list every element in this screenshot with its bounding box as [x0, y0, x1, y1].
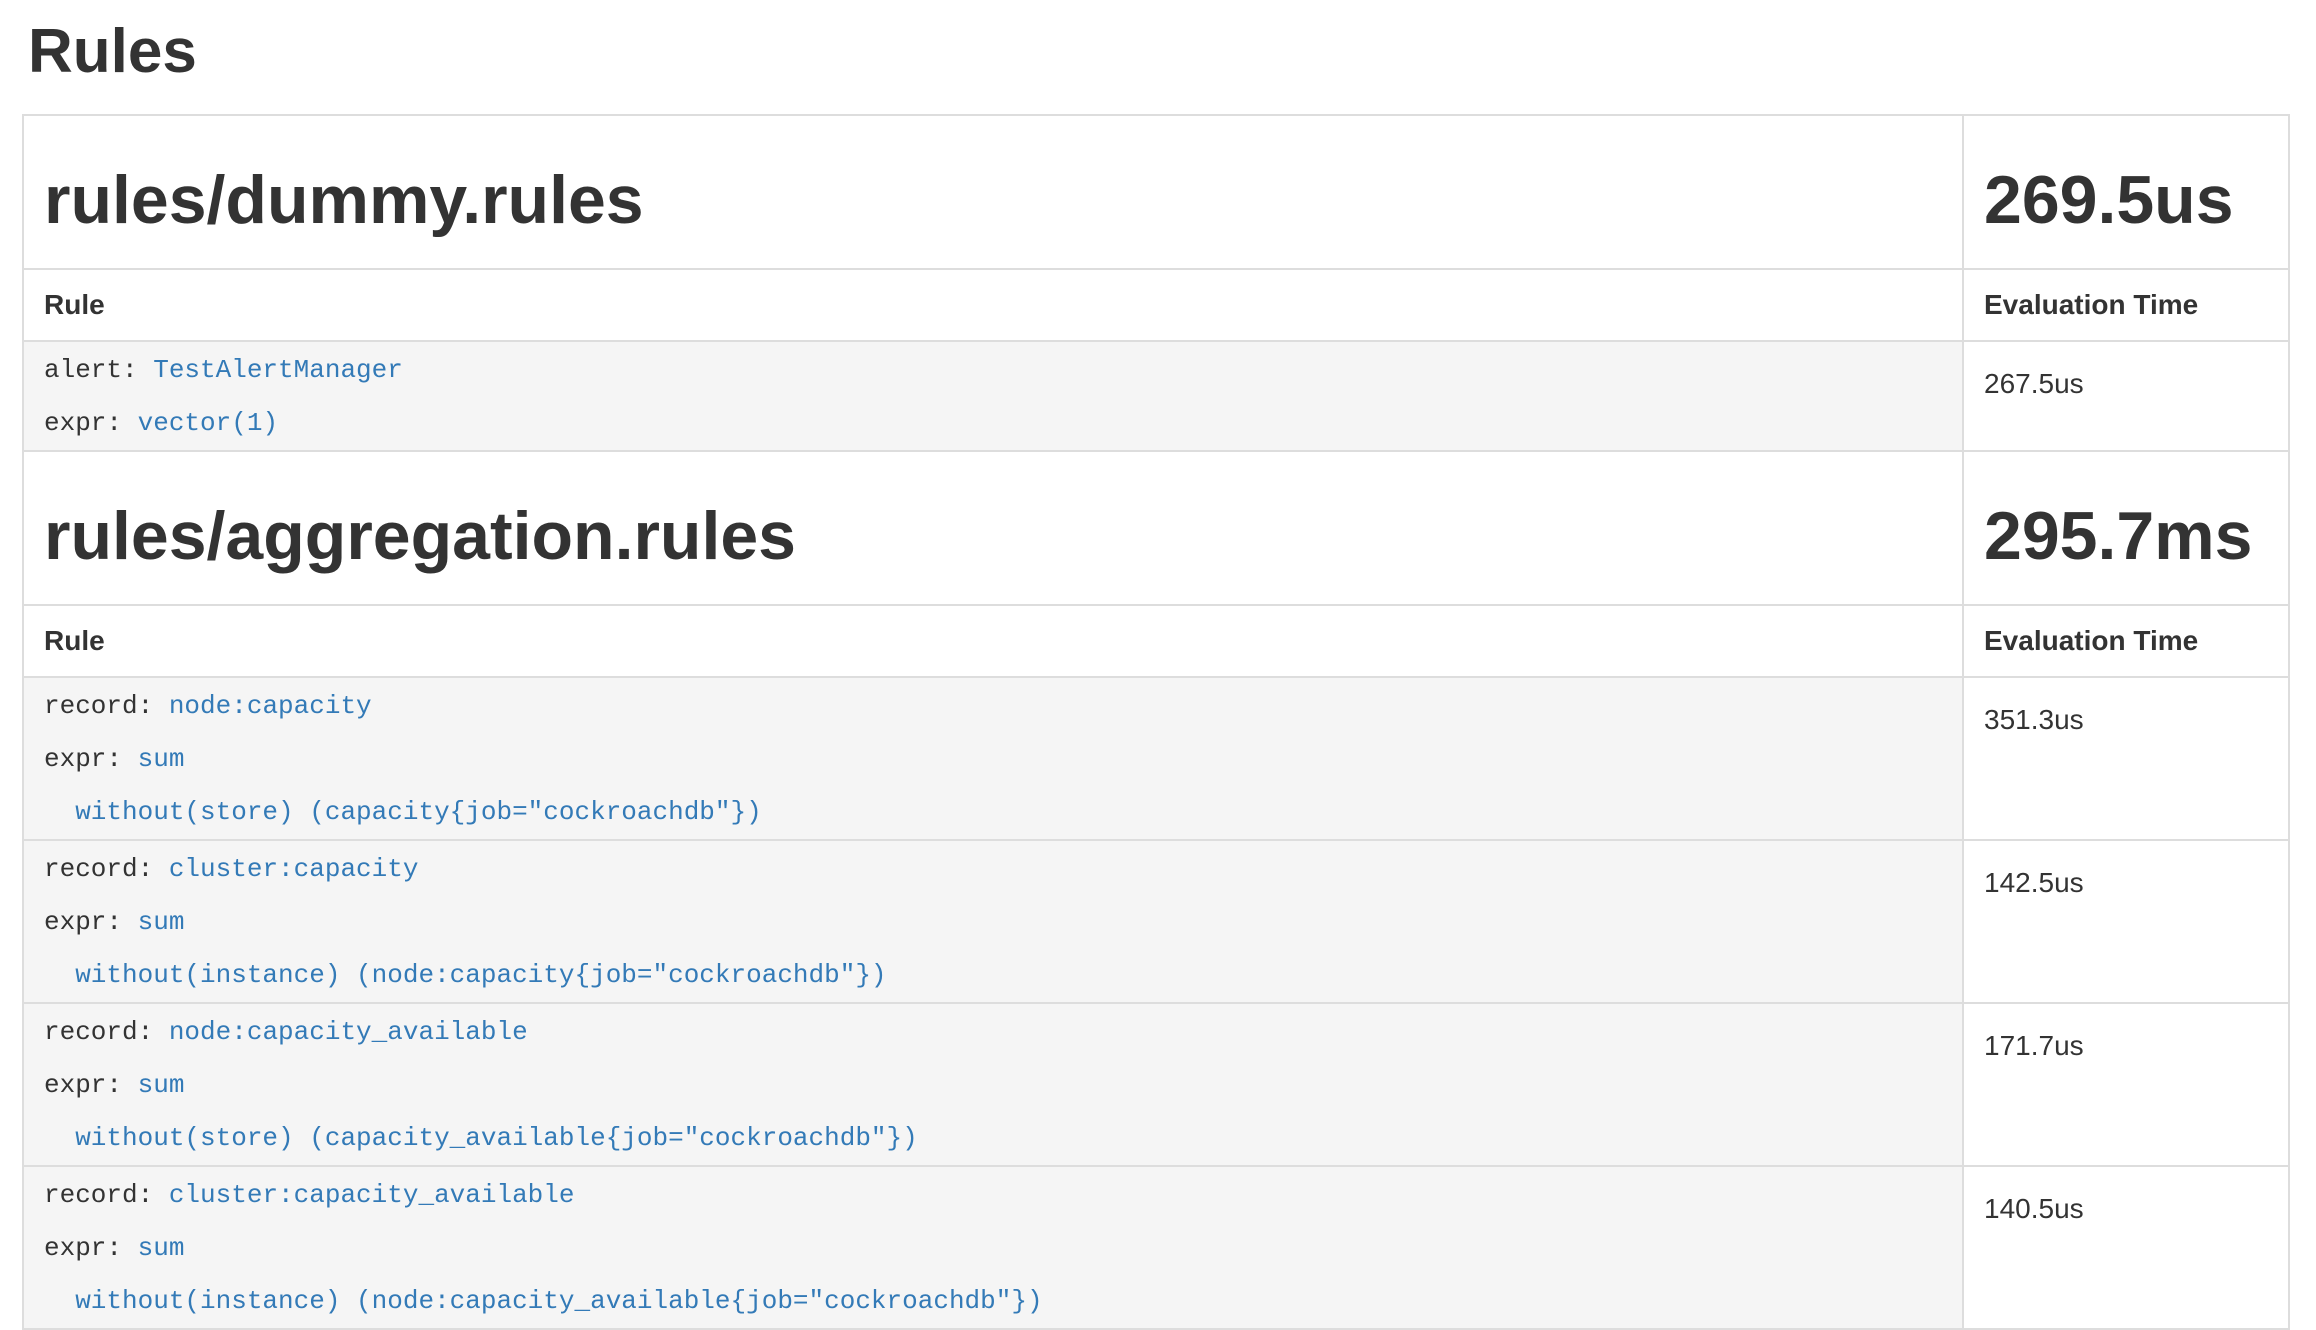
rule-expr-link[interactable]: sum — [138, 744, 185, 774]
rule-cell: alert: TestAlertManager expr: vector(1) — [23, 341, 1963, 451]
rule-group-evaluation-time: 295.7ms — [1984, 498, 2272, 574]
rule-expr-link[interactable]: without(store) (capacity_available{job="… — [44, 1123, 918, 1153]
page-title: Rules — [28, 18, 2288, 86]
rule-evaluation-time: 267.5us — [1963, 341, 2289, 451]
rule-row: record: cluster:capacity_available expr:… — [23, 1166, 2289, 1329]
column-header-row: RuleEvaluation Time — [23, 269, 2289, 341]
rule-expr-link[interactable]: sum — [138, 1233, 185, 1263]
rule-name-link[interactable]: cluster:capacity_available — [169, 1180, 575, 1210]
rule-text: record: node:capacity_available expr: su… — [44, 1006, 1946, 1165]
column-header-evaluation-time: Evaluation Time — [1963, 605, 2289, 677]
rules-table-body: rules/dummy.rules269.5usRuleEvaluation T… — [23, 115, 2289, 1329]
rules-table: rules/dummy.rules269.5usRuleEvaluation T… — [22, 114, 2290, 1330]
rule-group-name-cell: rules/aggregation.rules — [23, 451, 1963, 605]
rule-text: record: cluster:capacity expr: sum witho… — [44, 843, 1946, 1002]
rule-group-evaluation-time-cell: 295.7ms — [1963, 451, 2289, 605]
column-header-rule: Rule — [23, 605, 1963, 677]
rule-text: record: node:capacity expr: sum without(… — [44, 680, 1946, 839]
column-header-rule: Rule — [23, 269, 1963, 341]
rule-cell: record: node:capacity expr: sum without(… — [23, 677, 1963, 840]
rule-group-evaluation-time-cell: 269.5us — [1963, 115, 2289, 269]
rule-row: alert: TestAlertManager expr: vector(1)2… — [23, 341, 2289, 451]
rule-text: record: cluster:capacity_available expr:… — [44, 1169, 1946, 1328]
rule-evaluation-time: 140.5us — [1963, 1166, 2289, 1329]
rule-expr-link[interactable]: without(store) (capacity{job="cockroachd… — [44, 797, 762, 827]
rule-expr-link[interactable]: without(instance) (node:capacity{job="co… — [44, 960, 887, 990]
rule-evaluation-time: 142.5us — [1963, 840, 2289, 1003]
rule-cell: record: cluster:capacity expr: sum witho… — [23, 840, 1963, 1003]
rule-group-name-cell: rules/dummy.rules — [23, 115, 1963, 269]
rule-row: record: node:capacity expr: sum without(… — [23, 677, 2289, 840]
rule-name-link[interactable]: cluster:capacity — [169, 854, 419, 884]
rule-group-row: rules/dummy.rules 269.5us — [23, 115, 2289, 269]
rule-cell: record: cluster:capacity_available expr:… — [23, 1166, 1963, 1329]
rule-name-link[interactable]: node:capacity_available — [169, 1017, 528, 1047]
rule-expr-link[interactable]: vector(1) — [138, 408, 278, 438]
rule-row: record: node:capacity_available expr: su… — [23, 1003, 2289, 1166]
rule-evaluation-time: 171.7us — [1963, 1003, 2289, 1166]
rule-expr-link[interactable]: sum — [138, 1070, 185, 1100]
rule-group-name: rules/dummy.rules — [44, 162, 1946, 238]
rule-group-evaluation-time: 269.5us — [1984, 162, 2272, 238]
rule-evaluation-time: 351.3us — [1963, 677, 2289, 840]
rule-cell: record: node:capacity_available expr: su… — [23, 1003, 1963, 1166]
column-header-evaluation-time: Evaluation Time — [1963, 269, 2289, 341]
rule-expr-link[interactable]: sum — [138, 907, 185, 937]
rule-row: record: cluster:capacity expr: sum witho… — [23, 840, 2289, 1003]
rule-group-name: rules/aggregation.rules — [44, 498, 1946, 574]
rule-name-link[interactable]: node:capacity — [169, 691, 372, 721]
rule-expr-link[interactable]: without(instance) (node:capacity_availab… — [44, 1286, 1043, 1316]
rule-text: alert: TestAlertManager expr: vector(1) — [44, 344, 1946, 450]
column-header-row: RuleEvaluation Time — [23, 605, 2289, 677]
rule-group-row: rules/aggregation.rules 295.7ms — [23, 451, 2289, 605]
rule-name-link[interactable]: TestAlertManager — [153, 355, 403, 385]
